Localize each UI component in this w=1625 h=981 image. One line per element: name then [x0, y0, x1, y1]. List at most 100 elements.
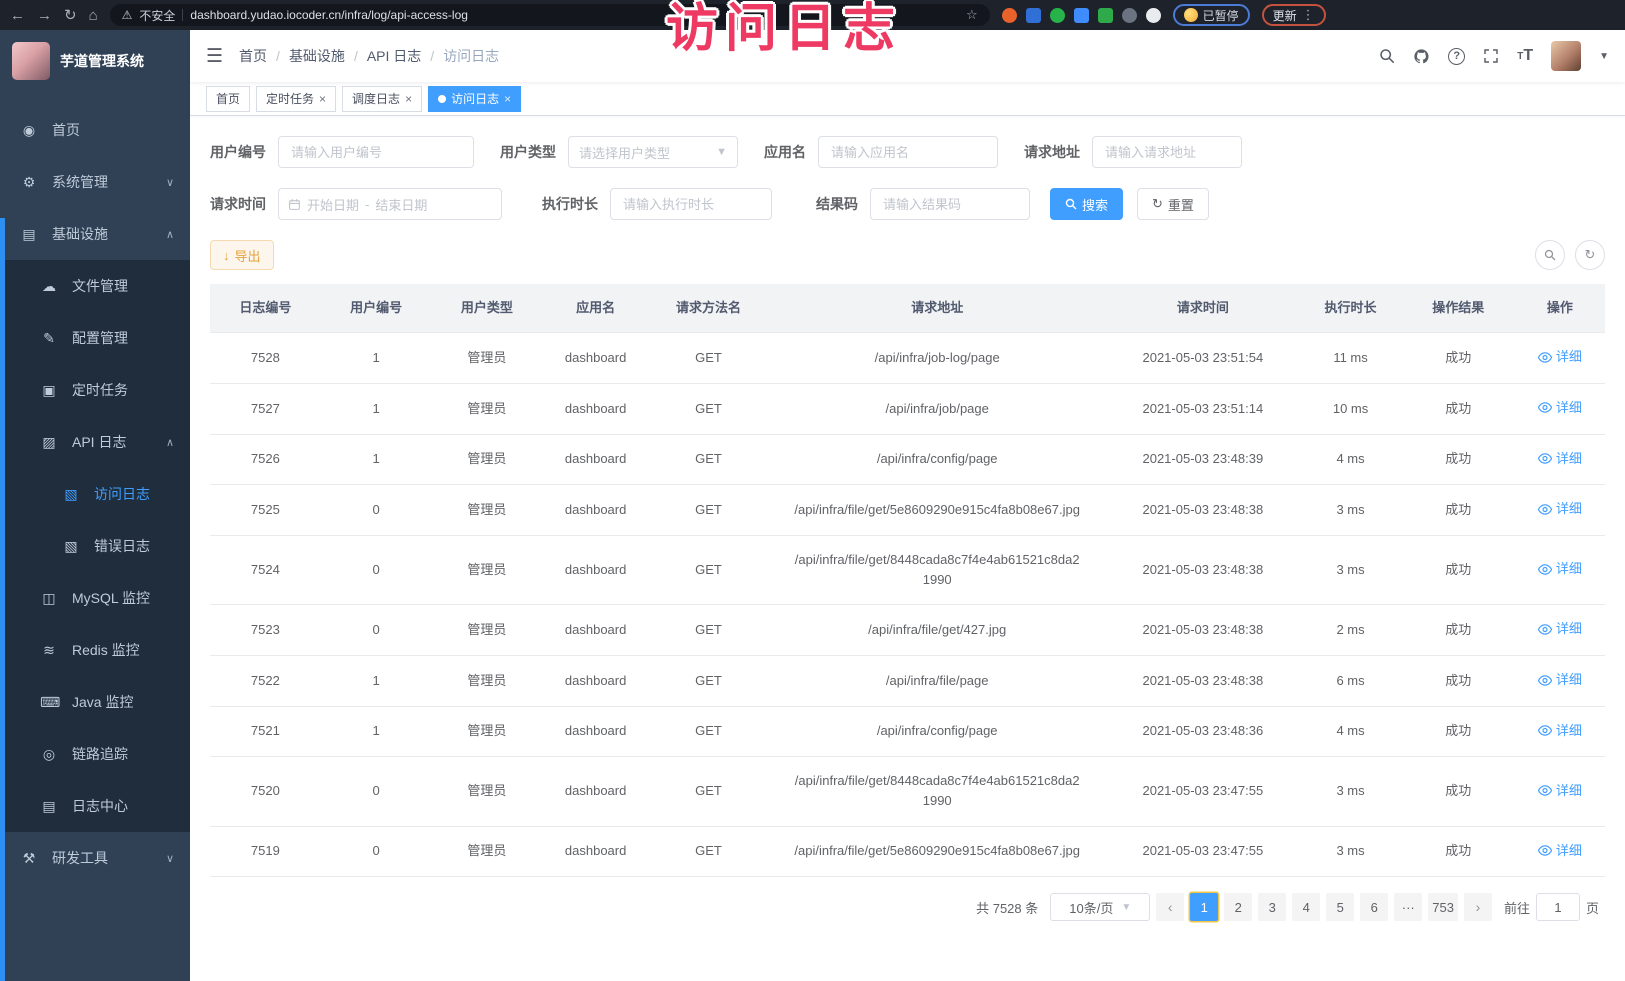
close-icon[interactable]: ×: [504, 92, 511, 106]
cell-user-id: 1: [321, 383, 432, 434]
browser-update-button[interactable]: 更新 ⋮: [1262, 4, 1326, 26]
page-button-5[interactable]: 5: [1326, 893, 1354, 921]
sidebar-item-config-manage[interactable]: ✎ 配置管理: [0, 312, 190, 364]
page-button-6[interactable]: 6: [1360, 893, 1388, 921]
table-row: 7523 0 管理员 dashboard GET /api/infra/file…: [210, 605, 1605, 656]
browser-reload-icon[interactable]: ↻: [64, 8, 77, 23]
chevron-down-icon: ∨: [166, 852, 174, 865]
request-url-label: 请求地址: [1024, 142, 1080, 162]
cell-request-time: 2021-05-03 23:51:14: [1106, 383, 1299, 434]
extension-icon[interactable]: [1146, 8, 1161, 23]
sidebar-item-access-log[interactable]: ▧ 访问日志: [0, 468, 190, 520]
page-button-3[interactable]: 3: [1258, 893, 1286, 921]
help-icon[interactable]: ?: [1448, 48, 1465, 65]
browser-forward-icon[interactable]: →: [37, 8, 52, 23]
tab-scheduled-jobs[interactable]: 定时任务 ×: [256, 86, 336, 112]
job-icon: ▣: [40, 382, 58, 399]
user-type-label: 用户类型: [500, 142, 556, 162]
breadcrumb-item[interactable]: API 日志: [367, 46, 421, 66]
cell-app-name: dashboard: [542, 535, 649, 604]
sidebar-item-redis-monitor[interactable]: ≋ Redis 监控: [0, 624, 190, 676]
user-type-select[interactable]: 请选择用户类型 ▼: [568, 136, 738, 168]
fullscreen-icon[interactable]: [1483, 48, 1499, 64]
sidebar-item-home[interactable]: ◉ 首页: [0, 104, 190, 156]
user-id-input[interactable]: [278, 136, 474, 168]
next-page-button[interactable]: ›: [1464, 893, 1492, 921]
sidebar-item-infrastructure[interactable]: ▤ 基础设施 ∧: [0, 208, 190, 260]
detail-button[interactable]: 详细: [1538, 398, 1582, 418]
close-icon[interactable]: ×: [319, 92, 326, 106]
bookmark-star-icon[interactable]: ☆: [966, 7, 978, 23]
extension-icon[interactable]: [1122, 8, 1137, 23]
app-name-input[interactable]: [818, 136, 998, 168]
sidebar-item-file-manage[interactable]: ☁ 文件管理: [0, 260, 190, 312]
prev-page-button[interactable]: ‹: [1156, 893, 1184, 921]
duration-input[interactable]: [610, 188, 772, 220]
table-row: 7525 0 管理员 dashboard GET /api/infra/file…: [210, 485, 1605, 536]
search-button[interactable]: 搜索: [1050, 188, 1123, 220]
extension-icon[interactable]: [1098, 8, 1113, 23]
breadcrumb-item[interactable]: 首页: [239, 46, 267, 66]
cell-user-id: 0: [321, 605, 432, 656]
tab-schedule-log[interactable]: 调度日志 ×: [342, 86, 422, 112]
profile-paused-badge[interactable]: 已暂停: [1173, 4, 1250, 26]
detail-button[interactable]: 详细: [1538, 347, 1582, 367]
tab-access-log[interactable]: 访问日志 ×: [428, 86, 521, 112]
page-button-2[interactable]: 2: [1224, 893, 1252, 921]
browser-home-icon[interactable]: ⌂: [89, 8, 98, 23]
cell-duration: 2 ms: [1299, 605, 1402, 656]
detail-button[interactable]: 详细: [1538, 721, 1582, 741]
github-icon[interactable]: [1413, 48, 1430, 65]
browser-back-icon[interactable]: ←: [10, 8, 25, 23]
cell-user-id: 0: [321, 535, 432, 604]
toggle-search-button[interactable]: [1535, 240, 1565, 270]
detail-button[interactable]: 详细: [1538, 449, 1582, 469]
sidebar-item-api-log[interactable]: ▨ API 日志 ∧: [0, 416, 190, 468]
chevron-down-icon[interactable]: ▼: [1599, 51, 1609, 62]
font-size-icon[interactable]: TT: [1517, 47, 1533, 65]
reset-button[interactable]: ↻ 重置: [1137, 188, 1209, 220]
breadcrumb-item[interactable]: 基础设施: [289, 46, 345, 66]
address-bar[interactable]: ⚠ 不安全 dashboard.yudao.iocoder.cn/infra/l…: [110, 4, 990, 26]
browser-menu-icon[interactable]: ⋮: [1302, 7, 1315, 23]
search-icon[interactable]: [1379, 48, 1395, 64]
sidebar-item-java-monitor[interactable]: ⌨ Java 监控: [0, 676, 190, 728]
detail-button[interactable]: 详细: [1538, 670, 1582, 690]
detail-button[interactable]: 详细: [1538, 841, 1582, 861]
tab-home[interactable]: 首页: [206, 86, 250, 112]
sidebar-collapse-icon[interactable]: ☰: [206, 45, 223, 68]
extension-icon[interactable]: [1050, 8, 1065, 23]
sidebar-item-error-log[interactable]: ▧ 错误日志: [0, 520, 190, 572]
refresh-table-button[interactable]: ↻: [1575, 240, 1605, 270]
result-code-input[interactable]: [870, 188, 1030, 220]
app-logo[interactable]: 芋道管理系统: [0, 30, 190, 92]
page-button-4[interactable]: 4: [1292, 893, 1320, 921]
user-avatar[interactable]: [1551, 41, 1581, 71]
detail-button[interactable]: 详细: [1538, 559, 1582, 579]
more-pages-button[interactable]: ···: [1394, 893, 1422, 921]
close-icon[interactable]: ×: [405, 92, 412, 106]
detail-button[interactable]: 详细: [1538, 781, 1582, 801]
extension-icon[interactable]: [1074, 8, 1089, 23]
export-button[interactable]: ↓ 导出: [210, 240, 274, 270]
request-time-range-picker[interactable]: 开始日期 - 结束日期: [278, 188, 502, 220]
page-button-1[interactable]: 1: [1190, 893, 1218, 921]
extension-icon[interactable]: [1002, 8, 1017, 23]
cell-result: 成功: [1402, 535, 1515, 604]
extension-icon[interactable]: [1026, 8, 1041, 23]
cell-user-type: 管理员: [432, 383, 543, 434]
detail-button[interactable]: 详细: [1538, 499, 1582, 519]
table-row: 7527 1 管理员 dashboard GET /api/infra/job/…: [210, 383, 1605, 434]
page-button-753[interactable]: 753: [1428, 893, 1458, 921]
detail-button[interactable]: 详细: [1538, 619, 1582, 639]
sidebar-item-log-center[interactable]: ▤ 日志中心: [0, 780, 190, 832]
sidebar-item-scheduled-jobs[interactable]: ▣ 定时任务: [0, 364, 190, 416]
request-url-input[interactable]: [1092, 136, 1242, 168]
page-size-select[interactable]: 10条/页 ▼: [1050, 893, 1150, 921]
cell-log-id: 7527: [210, 383, 321, 434]
sidebar-item-trace[interactable]: ◎ 链路追踪: [0, 728, 190, 780]
sidebar-item-system[interactable]: ⚙ 系统管理 ∨: [0, 156, 190, 208]
sidebar-item-devtools[interactable]: ⚒ 研发工具 ∨: [0, 832, 190, 884]
goto-page-input[interactable]: [1536, 893, 1580, 921]
sidebar-item-mysql-monitor[interactable]: ◫ MySQL 监控: [0, 572, 190, 624]
